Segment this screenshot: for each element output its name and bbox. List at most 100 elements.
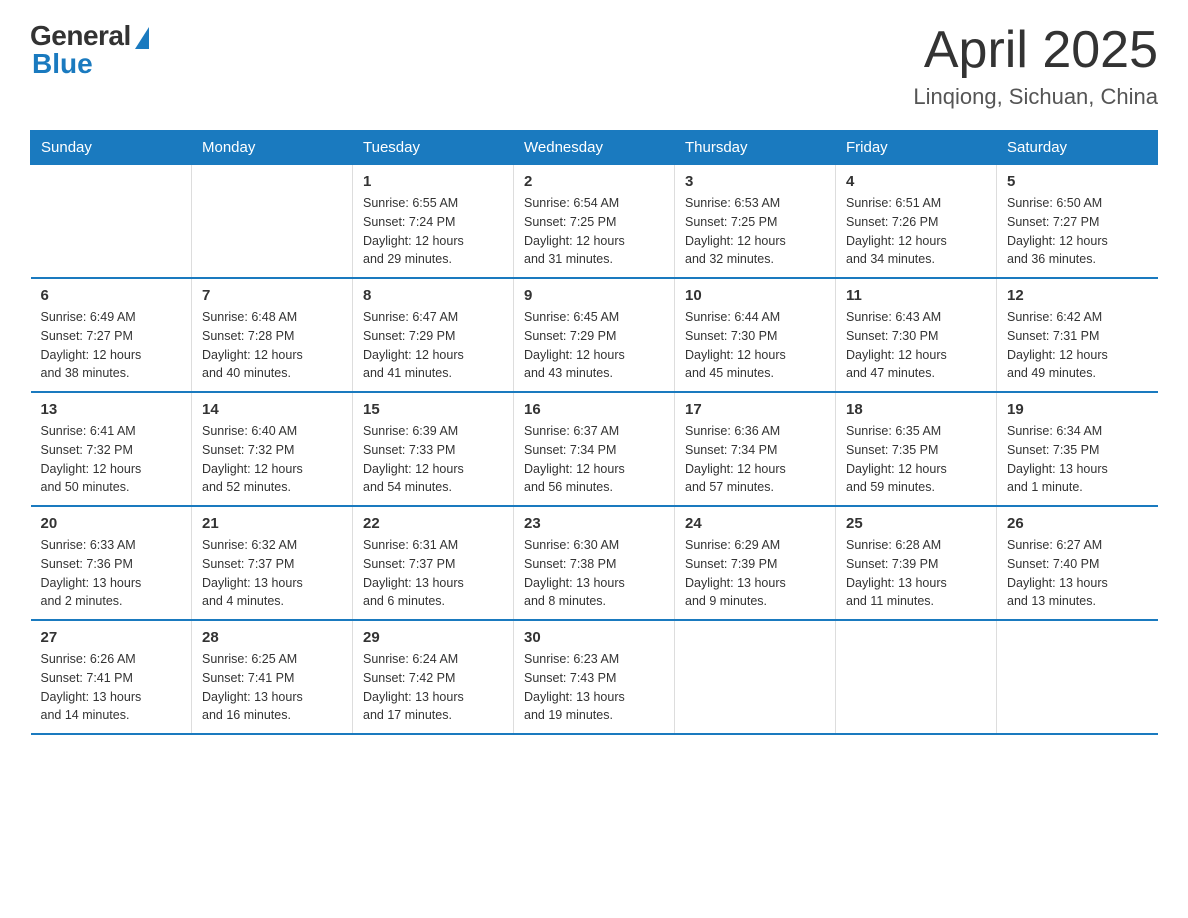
day-number: 26 xyxy=(1007,515,1148,532)
calendar-cell: 19 Sunrise: 6:34 AM Sunset: 7:35 PM Dayli… xyxy=(997,392,1158,506)
calendar-cell: 5 Sunrise: 6:50 AM Sunset: 7:27 PM Daylig… xyxy=(997,165,1158,279)
day-info: Sunrise: 6:30 AM Sunset: 7:38 PM Dayligh… xyxy=(524,536,664,611)
day-info: Sunrise: 6:40 AM Sunset: 7:32 PM Dayligh… xyxy=(202,422,342,497)
day-info: Sunrise: 6:50 AM Sunset: 7:27 PM Dayligh… xyxy=(1007,194,1148,269)
day-number: 5 xyxy=(1007,173,1148,190)
day-number: 29 xyxy=(363,629,503,646)
header-cell-sunday: Sunday xyxy=(31,131,192,165)
day-number: 15 xyxy=(363,401,503,418)
day-info: Sunrise: 6:54 AM Sunset: 7:25 PM Dayligh… xyxy=(524,194,664,269)
day-number: 4 xyxy=(846,173,986,190)
day-number: 18 xyxy=(846,401,986,418)
day-number: 12 xyxy=(1007,287,1148,304)
calendar-week-3: 13 Sunrise: 6:41 AM Sunset: 7:32 PM Dayli… xyxy=(31,392,1158,506)
calendar-cell: 8 Sunrise: 6:47 AM Sunset: 7:29 PM Daylig… xyxy=(353,278,514,392)
day-info: Sunrise: 6:44 AM Sunset: 7:30 PM Dayligh… xyxy=(685,308,825,383)
calendar-cell: 23 Sunrise: 6:30 AM Sunset: 7:38 PM Dayli… xyxy=(514,506,675,620)
day-info: Sunrise: 6:25 AM Sunset: 7:41 PM Dayligh… xyxy=(202,650,342,725)
calendar-header: SundayMondayTuesdayWednesdayThursdayFrid… xyxy=(31,131,1158,165)
day-info: Sunrise: 6:37 AM Sunset: 7:34 PM Dayligh… xyxy=(524,422,664,497)
calendar-cell: 11 Sunrise: 6:43 AM Sunset: 7:30 PM Dayli… xyxy=(836,278,997,392)
calendar-cell: 21Sunrise: 6:32 AM Sunset: 7:37 PM Dayli… xyxy=(192,506,353,620)
day-number: 13 xyxy=(41,401,182,418)
day-info: Sunrise: 6:39 AM Sunset: 7:33 PM Dayligh… xyxy=(363,422,503,497)
day-number: 6 xyxy=(41,287,182,304)
day-number: 22 xyxy=(363,515,503,532)
day-number: 28 xyxy=(202,629,342,646)
day-number: 20 xyxy=(41,515,182,532)
day-number: 11 xyxy=(846,287,986,304)
calendar-cell: 27Sunrise: 6:26 AM Sunset: 7:41 PM Dayli… xyxy=(31,620,192,734)
day-info: Sunrise: 6:29 AM Sunset: 7:39 PM Dayligh… xyxy=(685,536,825,611)
calendar-week-5: 27Sunrise: 6:26 AM Sunset: 7:41 PM Dayli… xyxy=(31,620,1158,734)
calendar-cell xyxy=(192,165,353,279)
calendar-cell: 12 Sunrise: 6:42 AM Sunset: 7:31 PM Dayli… xyxy=(997,278,1158,392)
calendar-cell: 25 Sunrise: 6:28 AM Sunset: 7:39 PM Dayli… xyxy=(836,506,997,620)
logo: General Blue xyxy=(30,20,149,80)
calendar-cell: 6 Sunrise: 6:49 AM Sunset: 7:27 PM Daylig… xyxy=(31,278,192,392)
day-info: Sunrise: 6:45 AM Sunset: 7:29 PM Dayligh… xyxy=(524,308,664,383)
calendar-cell: 29Sunrise: 6:24 AM Sunset: 7:42 PM Dayli… xyxy=(353,620,514,734)
calendar-cell xyxy=(997,620,1158,734)
day-number: 10 xyxy=(685,287,825,304)
title-block: April 2025 Linqiong, Sichuan, China xyxy=(913,20,1158,110)
calendar-cell: 28 Sunrise: 6:25 AM Sunset: 7:41 PM Dayli… xyxy=(192,620,353,734)
calendar-table: SundayMondayTuesdayWednesdayThursdayFrid… xyxy=(30,130,1158,735)
day-info: Sunrise: 6:43 AM Sunset: 7:30 PM Dayligh… xyxy=(846,308,986,383)
header-row: SundayMondayTuesdayWednesdayThursdayFrid… xyxy=(31,131,1158,165)
calendar-body: 1 Sunrise: 6:55 AM Sunset: 7:24 PM Daylig… xyxy=(31,165,1158,735)
location-title: Linqiong, Sichuan, China xyxy=(913,84,1158,110)
calendar-cell: 1 Sunrise: 6:55 AM Sunset: 7:24 PM Daylig… xyxy=(353,165,514,279)
day-number: 25 xyxy=(846,515,986,532)
calendar-cell: 2Sunrise: 6:54 AM Sunset: 7:25 PM Daylig… xyxy=(514,165,675,279)
page-header: General Blue April 2025 Linqiong, Sichua… xyxy=(30,20,1158,110)
month-title: April 2025 xyxy=(913,20,1158,80)
day-number: 16 xyxy=(524,401,664,418)
day-info: Sunrise: 6:49 AM Sunset: 7:27 PM Dayligh… xyxy=(41,308,182,383)
logo-blue-text: Blue xyxy=(32,48,93,80)
calendar-cell: 13 Sunrise: 6:41 AM Sunset: 7:32 PM Dayli… xyxy=(31,392,192,506)
day-info: Sunrise: 6:27 AM Sunset: 7:40 PM Dayligh… xyxy=(1007,536,1148,611)
logo-triangle-icon xyxy=(135,27,149,49)
day-info: Sunrise: 6:55 AM Sunset: 7:24 PM Dayligh… xyxy=(363,194,503,269)
day-number: 9 xyxy=(524,287,664,304)
day-info: Sunrise: 6:23 AM Sunset: 7:43 PM Dayligh… xyxy=(524,650,664,725)
header-cell-wednesday: Wednesday xyxy=(514,131,675,165)
day-number: 14 xyxy=(202,401,342,418)
day-info: Sunrise: 6:33 AM Sunset: 7:36 PM Dayligh… xyxy=(41,536,182,611)
calendar-cell xyxy=(675,620,836,734)
day-info: Sunrise: 6:41 AM Sunset: 7:32 PM Dayligh… xyxy=(41,422,182,497)
calendar-week-4: 20 Sunrise: 6:33 AM Sunset: 7:36 PM Dayli… xyxy=(31,506,1158,620)
day-number: 23 xyxy=(524,515,664,532)
header-cell-tuesday: Tuesday xyxy=(353,131,514,165)
header-cell-thursday: Thursday xyxy=(675,131,836,165)
day-number: 19 xyxy=(1007,401,1148,418)
day-number: 17 xyxy=(685,401,825,418)
day-info: Sunrise: 6:34 AM Sunset: 7:35 PM Dayligh… xyxy=(1007,422,1148,497)
day-number: 8 xyxy=(363,287,503,304)
calendar-cell: 20 Sunrise: 6:33 AM Sunset: 7:36 PM Dayli… xyxy=(31,506,192,620)
calendar-cell: 3Sunrise: 6:53 AM Sunset: 7:25 PM Daylig… xyxy=(675,165,836,279)
day-number: 1 xyxy=(363,173,503,190)
calendar-cell: 14 Sunrise: 6:40 AM Sunset: 7:32 PM Dayli… xyxy=(192,392,353,506)
day-number: 30 xyxy=(524,629,664,646)
calendar-week-2: 6 Sunrise: 6:49 AM Sunset: 7:27 PM Daylig… xyxy=(31,278,1158,392)
day-info: Sunrise: 6:48 AM Sunset: 7:28 PM Dayligh… xyxy=(202,308,342,383)
calendar-week-1: 1 Sunrise: 6:55 AM Sunset: 7:24 PM Daylig… xyxy=(31,165,1158,279)
day-number: 7 xyxy=(202,287,342,304)
calendar-cell: 24Sunrise: 6:29 AM Sunset: 7:39 PM Dayli… xyxy=(675,506,836,620)
calendar-cell xyxy=(31,165,192,279)
day-info: Sunrise: 6:31 AM Sunset: 7:37 PM Dayligh… xyxy=(363,536,503,611)
calendar-cell: 17Sunrise: 6:36 AM Sunset: 7:34 PM Dayli… xyxy=(675,392,836,506)
day-number: 3 xyxy=(685,173,825,190)
calendar-cell: 15 Sunrise: 6:39 AM Sunset: 7:33 PM Dayli… xyxy=(353,392,514,506)
day-info: Sunrise: 6:35 AM Sunset: 7:35 PM Dayligh… xyxy=(846,422,986,497)
calendar-cell: 22 Sunrise: 6:31 AM Sunset: 7:37 PM Dayli… xyxy=(353,506,514,620)
day-info: Sunrise: 6:26 AM Sunset: 7:41 PM Dayligh… xyxy=(41,650,182,725)
calendar-cell: 30 Sunrise: 6:23 AM Sunset: 7:43 PM Dayli… xyxy=(514,620,675,734)
day-info: Sunrise: 6:47 AM Sunset: 7:29 PM Dayligh… xyxy=(363,308,503,383)
day-info: Sunrise: 6:28 AM Sunset: 7:39 PM Dayligh… xyxy=(846,536,986,611)
calendar-cell: 7 Sunrise: 6:48 AM Sunset: 7:28 PM Daylig… xyxy=(192,278,353,392)
calendar-cell: 9 Sunrise: 6:45 AM Sunset: 7:29 PM Daylig… xyxy=(514,278,675,392)
day-info: Sunrise: 6:42 AM Sunset: 7:31 PM Dayligh… xyxy=(1007,308,1148,383)
